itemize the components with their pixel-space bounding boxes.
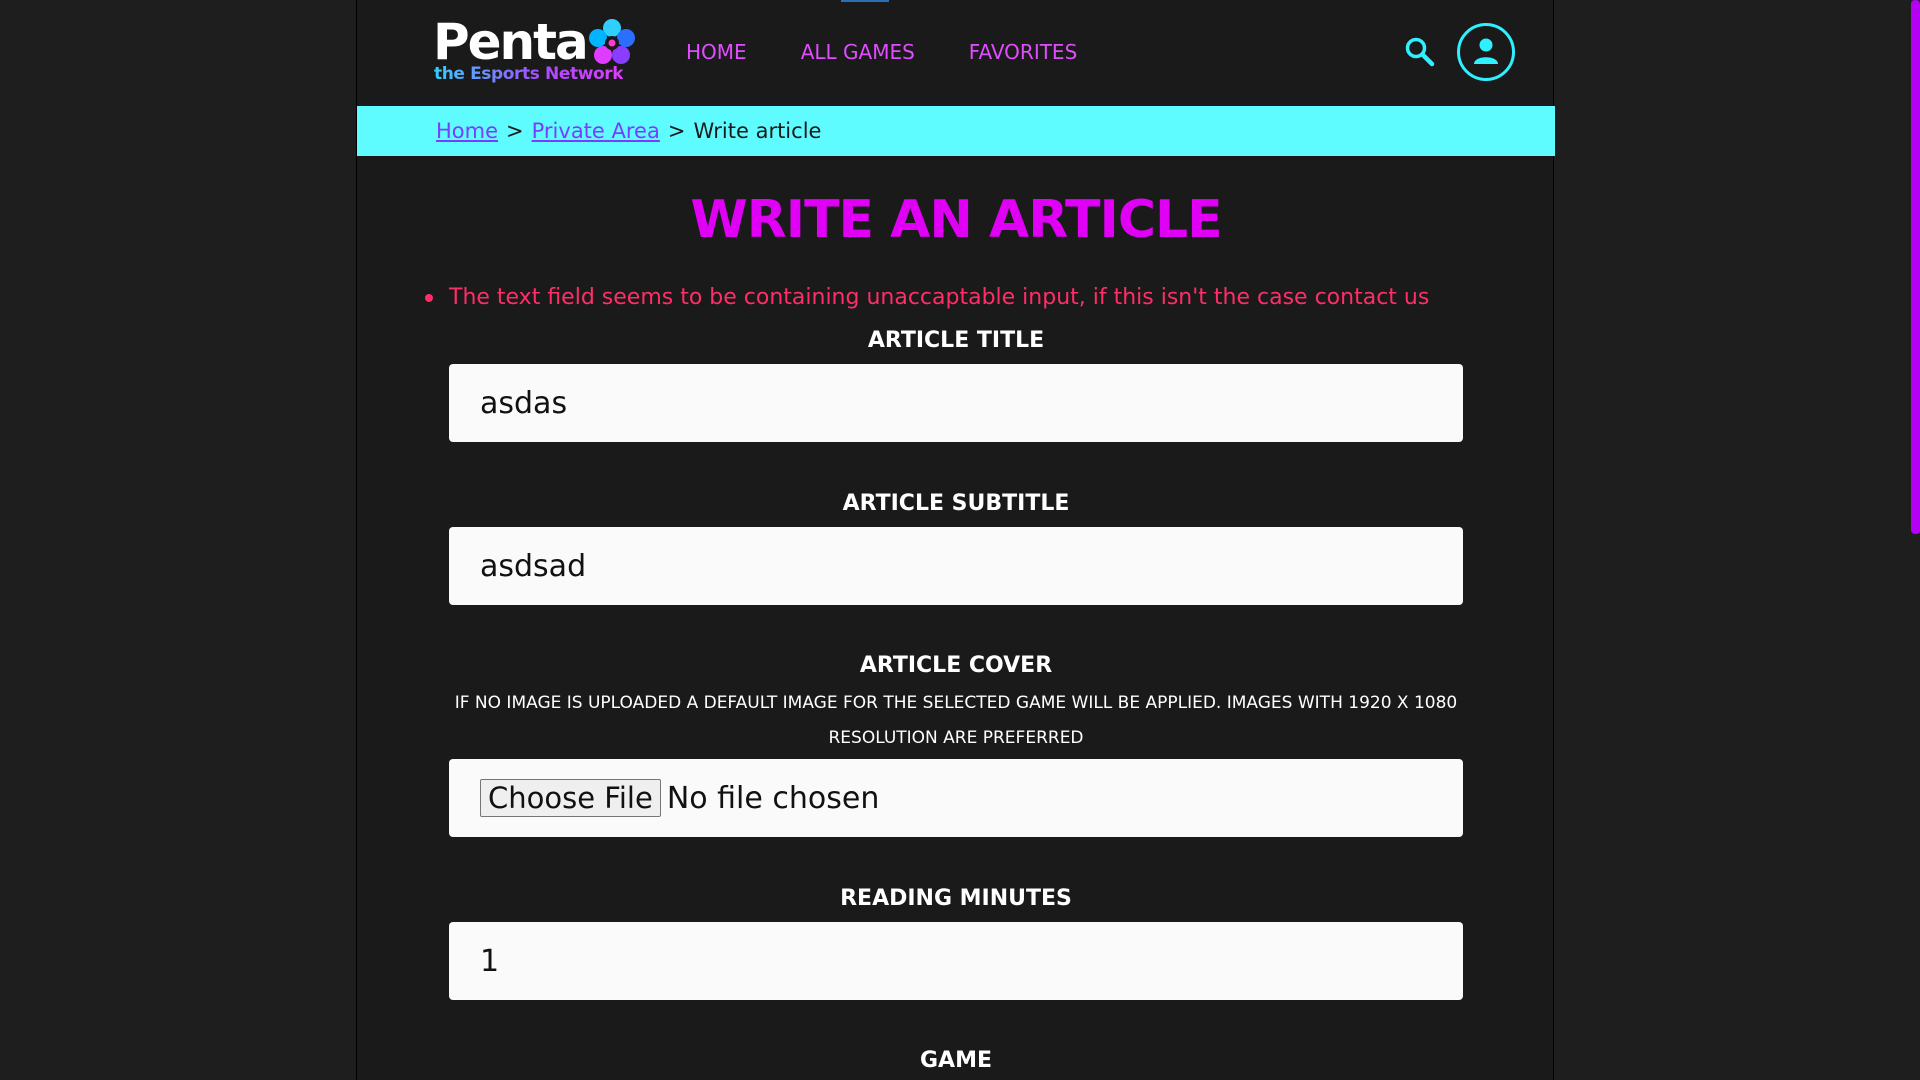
user-icon — [1474, 38, 1498, 64]
nav-favorites[interactable]: FAVORITES — [969, 36, 1078, 68]
file-status: No file chosen — [666, 780, 880, 816]
search-icon — [1405, 37, 1435, 67]
breadcrumb-separator: > — [506, 119, 524, 143]
article-title-field[interactable] — [449, 364, 1463, 442]
bullet-icon — [425, 293, 433, 302]
logo-mark-icon — [589, 19, 635, 64]
breadcrumb: Home > Private Area > Write article — [357, 106, 1555, 156]
page-title: WRITE AN ARTICLE — [690, 190, 1222, 250]
article-cover-field[interactable]: Choose File No file chosen — [449, 759, 1463, 837]
breadcrumb-current: Write article — [693, 119, 822, 143]
site-header: Penta the Esports Network HOME ALL GAMES… — [357, 0, 1553, 106]
game-label: GAME — [919, 1048, 992, 1073]
breadcrumb-private-area-link[interactable]: Private Area — [532, 119, 660, 143]
choose-file-button[interactable]: Choose File — [480, 779, 661, 817]
breadcrumb-separator: > — [667, 119, 686, 143]
article-subtitle-field[interactable] — [449, 527, 1463, 605]
logo-word: Penta — [433, 13, 589, 71]
reading-minutes-label: READING MINUTES — [840, 886, 1072, 911]
error-message: The text field seems to be containing un… — [425, 285, 1429, 310]
article-cover-label: ARTICLE COVER — [859, 653, 1053, 678]
main-nav: HOME ALL GAMES FAVORITES — [686, 36, 1077, 68]
reading-minutes-input[interactable] — [480, 943, 1463, 979]
logo-tagline: the Esports Network — [434, 64, 624, 84]
search-button[interactable] — [1403, 35, 1437, 69]
reading-minutes-field[interactable] — [449, 922, 1463, 1000]
breadcrumb-home-link[interactable]: Home — [436, 119, 498, 143]
tab-indicator — [841, 0, 889, 2]
article-title-input[interactable] — [480, 385, 1463, 421]
article-title-label: ARTICLE TITLE — [867, 328, 1045, 353]
article-subtitle-label: ARTICLE SUBTITLE — [842, 491, 1070, 516]
user-account-button[interactable] — [1457, 23, 1515, 81]
article-cover-note: IF NO IMAGE IS UPLOADED A DEFAULT IMAGE … — [454, 693, 1458, 748]
site-logo[interactable]: Penta the Esports Network — [433, 14, 643, 90]
error-text: The text field seems to be containing un… — [449, 285, 1430, 310]
nav-home[interactable]: HOME — [686, 36, 747, 68]
page-container: Penta the Esports Network HOME ALL GAMES… — [356, 0, 1555, 1080]
scrollbar-thumb[interactable] — [1911, 0, 1920, 534]
article-subtitle-input[interactable] — [480, 548, 1463, 584]
nav-all-games[interactable]: ALL GAMES — [801, 36, 915, 68]
